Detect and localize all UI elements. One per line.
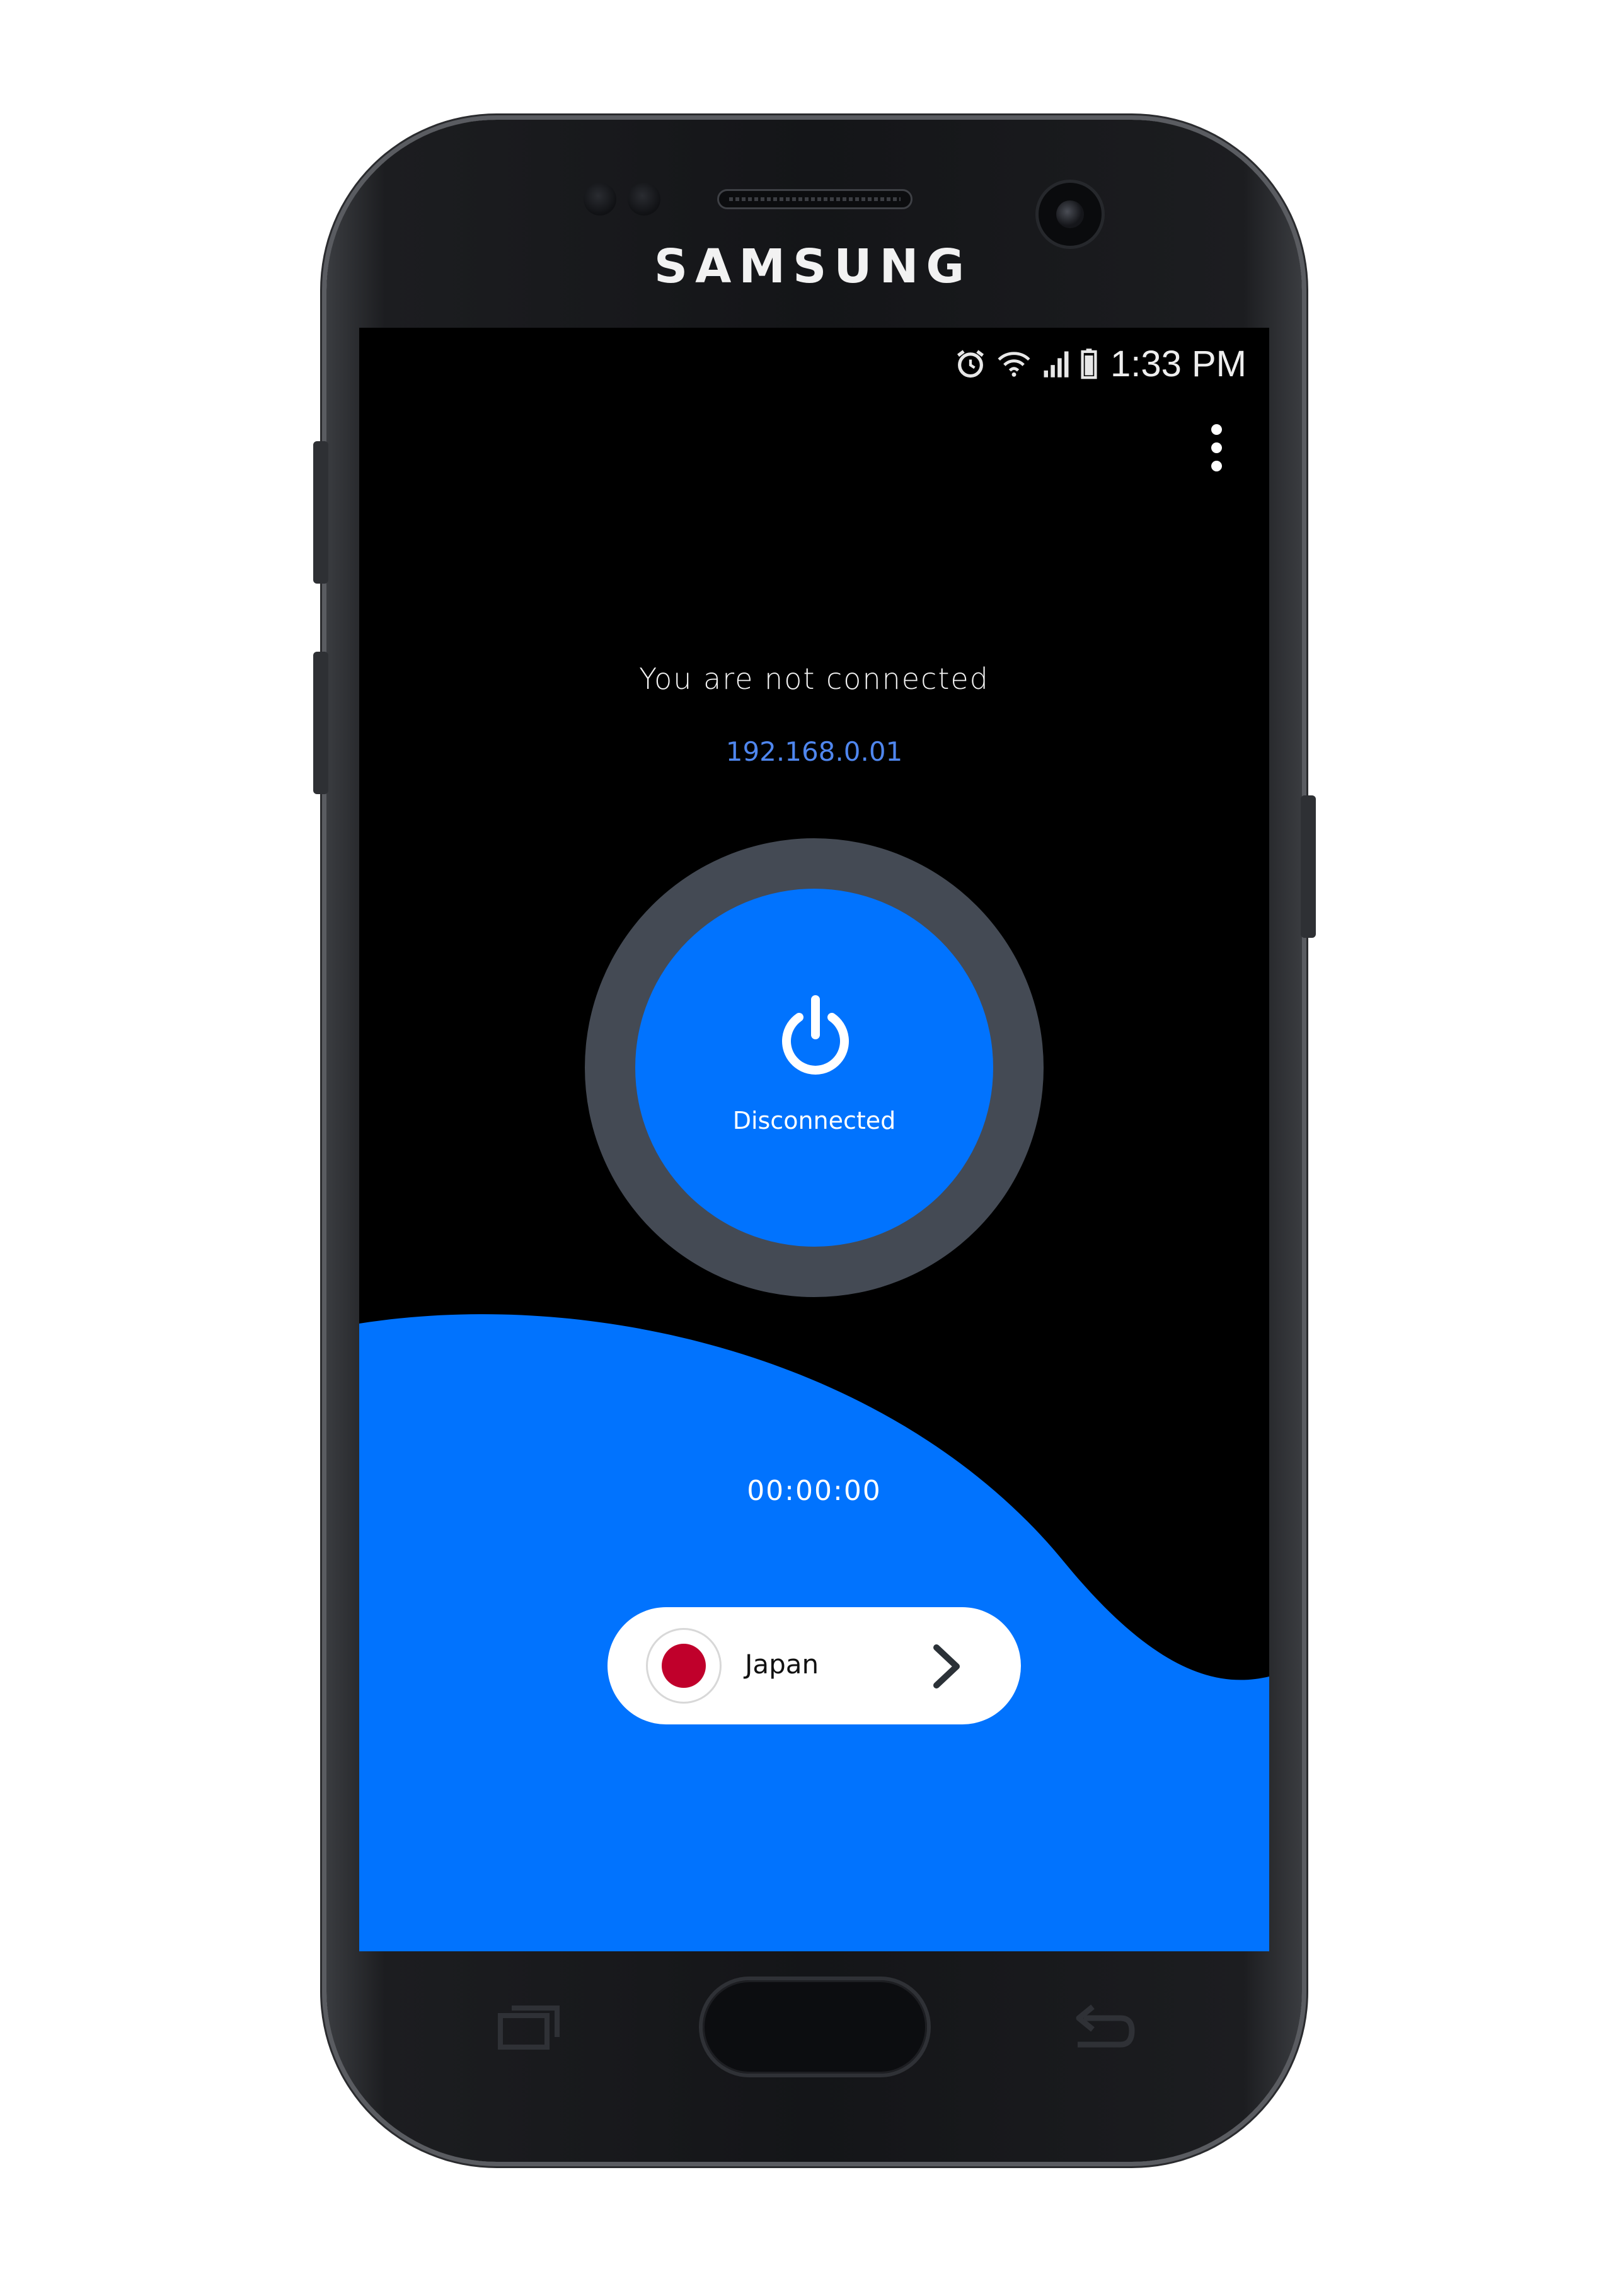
server-selector-button[interactable]: Japan: [608, 1607, 1021, 1724]
menu-dot: [1211, 442, 1222, 453]
more-vertical-icon[interactable]: [1197, 416, 1235, 479]
front-camera: [1039, 183, 1102, 246]
light-sensor: [628, 183, 660, 216]
volume-down-button: [313, 652, 328, 794]
menu-dot: [1211, 460, 1222, 471]
status-time: 1:33 PM: [1110, 343, 1247, 384]
connect-power-button[interactable]: Disconnected: [635, 889, 993, 1247]
server-country: Japan: [745, 1649, 819, 1680]
battery-icon: [1080, 347, 1098, 380]
brand-logo: SAMSUNG: [654, 240, 972, 294]
menu-dot: [1211, 424, 1222, 435]
connection-state-label: Disconnected: [732, 1107, 896, 1134]
connection-status-text: You are not connected: [639, 662, 989, 696]
back-icon[interactable]: [1065, 1999, 1138, 2055]
status-bar: 1:33 PM: [954, 343, 1247, 384]
alarm-icon: [954, 347, 987, 380]
signal-icon: [1041, 347, 1071, 380]
wifi-icon: [996, 347, 1032, 380]
connection-timer: 00:00:00: [747, 1475, 882, 1507]
home-button[interactable]: [703, 1980, 927, 2074]
power-side-button: [1301, 795, 1316, 938]
proximity-sensor: [584, 183, 616, 216]
earpiece-speaker: [717, 189, 913, 209]
recent-apps-icon[interactable]: [497, 2002, 562, 2052]
volume-up-button: [313, 441, 328, 584]
japan-flag-icon: [648, 1630, 720, 1702]
app-screen: 1:33 PM You are not connected 192.168.0.…: [359, 328, 1269, 1951]
chevron-right-icon: [933, 1644, 960, 1688]
ip-address: 192.168.0.01: [725, 736, 903, 767]
power-icon: [782, 995, 849, 1075]
